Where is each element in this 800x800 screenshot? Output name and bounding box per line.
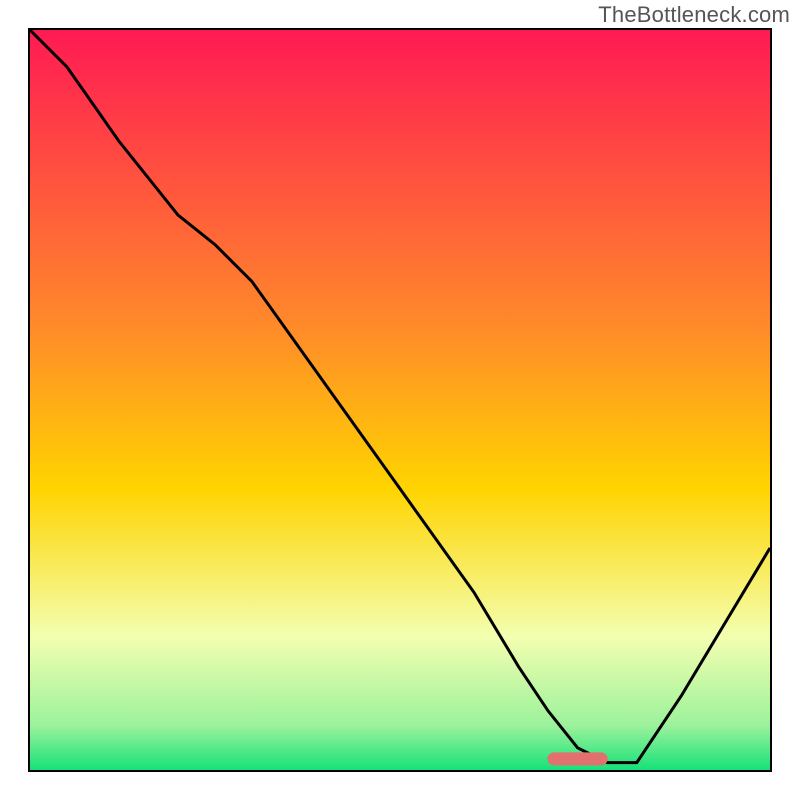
chart-frame: TheBottleneck.com — [0, 0, 800, 800]
plot-area — [28, 28, 772, 772]
chart-svg — [30, 30, 770, 770]
gradient-background — [30, 30, 770, 770]
watermark-text: TheBottleneck.com — [598, 2, 790, 28]
optimal-range-marker — [548, 753, 607, 765]
